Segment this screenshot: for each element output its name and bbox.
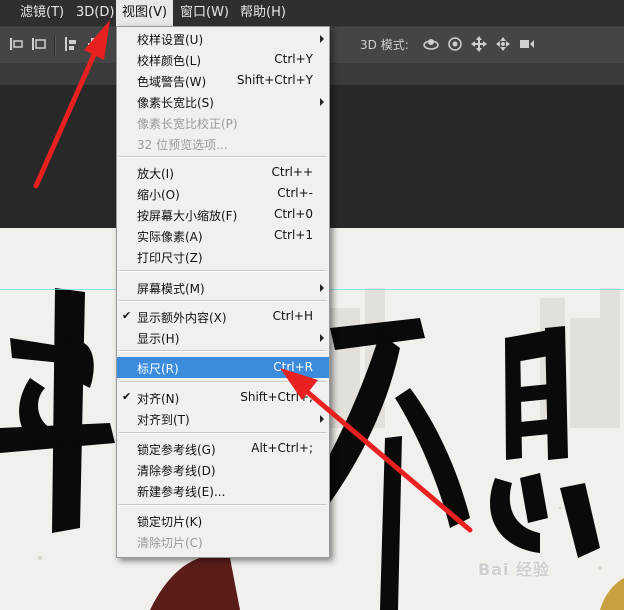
- menu-item-label: 锁定参考线(G): [137, 443, 216, 457]
- menu-item-label: 锁定切片(K): [137, 515, 203, 529]
- rotate-3d-icon[interactable]: [422, 35, 440, 53]
- menu-item-screen-mode[interactable]: 屏幕模式(M): [117, 277, 329, 298]
- menu-3d[interactable]: 3D(D): [70, 0, 120, 26]
- menu-separator: [119, 350, 327, 352]
- menu-item-zoom-in[interactable]: 放大(I) Ctrl++: [117, 162, 329, 183]
- menu-item-label: 对齐到(T): [137, 413, 190, 427]
- checkmark-icon: ✔: [122, 309, 132, 322]
- menu-item-lock-guides[interactable]: 锁定参考线(G) Alt+Ctrl+;: [117, 438, 329, 459]
- menu-item-shortcut: Ctrl+0: [273, 207, 313, 221]
- menu-item-shortcut: Ctrl+R: [273, 360, 313, 374]
- menu-item-shortcut: Ctrl+H: [272, 309, 313, 323]
- mode-3d-label: 3D 模式:: [360, 38, 409, 52]
- menu-item-show-extras[interactable]: ✔ 显示额外内容(X) Ctrl+H: [117, 306, 329, 327]
- menu-item-label: 像素长宽比校正(P): [137, 117, 238, 131]
- menu-item-label: 校样颜色(L): [137, 54, 202, 68]
- menu-item-label: 像素长宽比(S): [137, 96, 214, 110]
- align-left-icon[interactable]: [8, 35, 26, 53]
- menu-item-fit-on-screen[interactable]: 按屏幕大小缩放(F) Ctrl+0: [117, 204, 329, 225]
- menu-item-label: 校样设置(U): [137, 33, 204, 47]
- menu-item-shortcut: Ctrl+1: [273, 228, 313, 242]
- menu-item-label: 缩小(O): [137, 188, 180, 202]
- pan-3d-icon[interactable]: [470, 35, 488, 53]
- menu-item-label: 新建参考线(E)...: [137, 485, 226, 499]
- menu-separator: [119, 300, 327, 302]
- menu-separator: [119, 156, 327, 158]
- menu-item-zoom-out[interactable]: 缩小(O) Ctrl+-: [117, 183, 329, 204]
- submenu-arrow-icon: [320, 334, 324, 342]
- menu-item-rulers[interactable]: 标尺(R) Ctrl+R: [117, 357, 329, 378]
- menu-item-label: 显示额外内容(X): [137, 311, 227, 325]
- menu-item-show[interactable]: 显示(H): [117, 327, 329, 348]
- menu-item-label: 实际像素(A): [137, 230, 203, 244]
- menu-item-shortcut: Ctrl+Y: [274, 52, 313, 66]
- align-middle-icon[interactable]: [86, 35, 104, 53]
- checkmark-icon: ✔: [122, 390, 132, 403]
- toolbar-divider: [54, 35, 56, 55]
- submenu-arrow-icon: [320, 415, 324, 423]
- menu-separator: [119, 432, 327, 434]
- align-center-icon[interactable]: [30, 35, 48, 53]
- menu-item-proof-colors[interactable]: 校样颜色(L) Ctrl+Y: [117, 49, 329, 70]
- menu-item-actual-pixels[interactable]: 实际像素(A) Ctrl+1: [117, 225, 329, 246]
- roll-3d-icon[interactable]: [446, 35, 464, 53]
- menu-item-label: 色域警告(W): [137, 75, 207, 89]
- menu-item-label: 清除参考线(D): [137, 464, 216, 478]
- slide-3d-icon[interactable]: [494, 35, 512, 53]
- menu-bar: 滤镜(T) 3D(D) 视图(V) 窗口(W) 帮助(H): [0, 0, 624, 26]
- menu-item-label: 屏幕模式(M): [137, 282, 205, 296]
- menu-item-label: 32 位预览选项...: [137, 138, 228, 152]
- menu-item-shortcut: Alt+Ctrl+;: [251, 441, 313, 455]
- menu-item-label: 清除切片(C): [137, 536, 203, 550]
- scale-3d-icon[interactable]: [518, 35, 536, 53]
- submenu-arrow-icon: [320, 35, 324, 43]
- menu-item-label: 标尺(R): [137, 362, 179, 376]
- menu-window[interactable]: 窗口(W): [174, 0, 235, 26]
- submenu-arrow-icon: [320, 98, 324, 106]
- menu-item-snap-to[interactable]: 对齐到(T): [117, 408, 329, 429]
- menu-item-label: 放大(I): [137, 167, 174, 181]
- menu-item-pixel-aspect-ratio[interactable]: 像素长宽比(S): [117, 91, 329, 112]
- align-top-icon[interactable]: [62, 35, 80, 53]
- watermark: Bai 经验: [478, 560, 551, 579]
- menu-item-gamut-warning[interactable]: 色域警告(W) Shift+Ctrl+Y: [117, 70, 329, 91]
- menu-view[interactable]: 视图(V): [116, 0, 174, 26]
- menu-item-shortcut: Ctrl+-: [277, 186, 313, 200]
- menu-item-pixel-aspect-correction: 像素长宽比校正(P): [117, 112, 329, 133]
- menu-item-clear-slices: 清除切片(C): [117, 531, 329, 552]
- menu-filter[interactable]: 滤镜(T): [14, 0, 70, 26]
- menu-item-label: 打印尺寸(Z): [137, 251, 203, 265]
- menu-item-shortcut: Shift+Ctrl+Y: [236, 73, 313, 87]
- menu-item-label: 按屏幕大小缩放(F): [137, 209, 238, 223]
- view-menu-dropdown: 校样设置(U) 校样颜色(L) Ctrl+Y 色域警告(W) Shift+Ctrl+…: [116, 26, 330, 558]
- menu-item-label: 对齐(N): [137, 392, 180, 406]
- menu-item-print-size[interactable]: 打印尺寸(Z): [117, 246, 329, 267]
- menu-item-new-guide[interactable]: 新建参考线(E)...: [117, 480, 329, 501]
- menu-separator: [119, 504, 327, 506]
- menu-item-label: 显示(H): [137, 332, 180, 346]
- menu-item-shortcut: Shift+Ctrl+;: [240, 390, 313, 404]
- menu-help[interactable]: 帮助(H): [234, 0, 292, 26]
- menu-item-proof-setup[interactable]: 校样设置(U): [117, 28, 329, 49]
- menu-item-clear-guides[interactable]: 清除参考线(D): [117, 459, 329, 480]
- menu-item-shortcut: Ctrl++: [271, 165, 313, 179]
- menu-separator: [119, 270, 327, 272]
- menu-item-snap[interactable]: ✔ 对齐(N) Shift+Ctrl+;: [117, 387, 329, 408]
- menu-item-32bit-preview: 32 位预览选项...: [117, 133, 329, 154]
- menu-item-lock-slices[interactable]: 锁定切片(K): [117, 510, 329, 531]
- menu-separator: [119, 381, 327, 383]
- submenu-arrow-icon: [320, 284, 324, 292]
